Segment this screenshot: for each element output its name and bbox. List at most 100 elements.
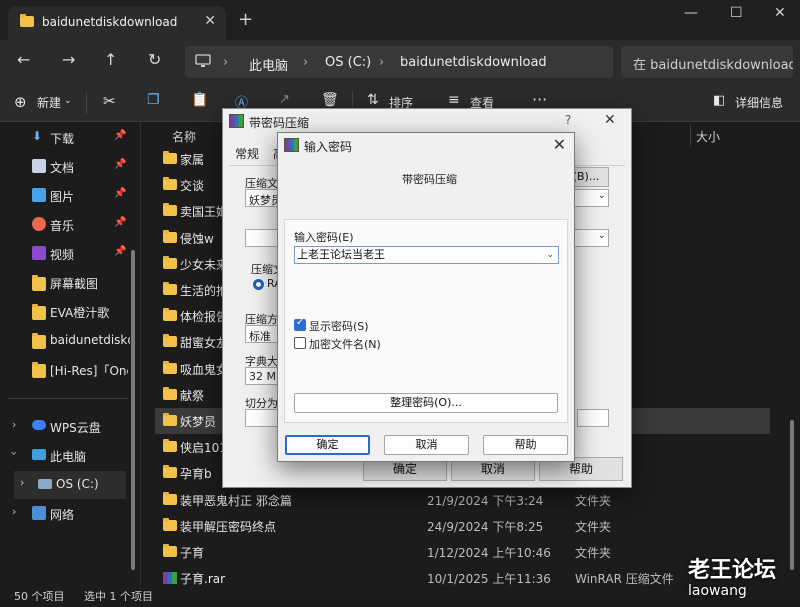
folder-icon [163,151,177,164]
nav-item-screenshots[interactable]: 屏幕截图 [0,269,135,297]
folder-icon [163,203,177,217]
nav-item-music[interactable]: 音乐 📌 [0,211,135,239]
drive-icon [38,479,52,489]
paste-icon[interactable]: 📋 [191,92,208,108]
breadcrumb-this-pc[interactable]: 此电脑 [249,55,288,74]
enter-password-label: 输入密码(E) [294,231,354,244]
chevron-down-icon: › [7,451,21,456]
encrypt-filenames-checkbox[interactable] [294,337,306,349]
nav-item-network[interactable]: › 网络 [0,500,135,528]
nav-item-pictures[interactable]: 图片 📌 [0,182,135,210]
forward-arrow-icon[interactable]: → [62,50,75,69]
nav-item-eva[interactable]: EVA橙汁歌 [0,298,135,326]
folder-icon [163,517,177,531]
pane-divider [140,122,141,585]
archive-dialog-title: 带密码压缩 [249,116,310,130]
nav-item-hires[interactable]: [Hi-Res]「One [0,356,135,384]
cancel-button[interactable]: 取消 [384,435,469,455]
nav-item-downloads[interactable]: ⬇ 下载 📌 [0,124,135,152]
file-name: 卖国王姬 [180,205,229,220]
file-row[interactable]: 装甲解压密码终点 24/9/2024 下午8:25 文件夹 [155,513,770,539]
chevron-right-icon: › [12,418,17,431]
music-icon [32,217,46,231]
chevron-down-icon: ⌄ [598,191,606,201]
nav-item-wps-cloud[interactable]: › WPS云盘 [0,413,135,441]
password-input[interactable]: 上老王论坛当老王 ⌄ [294,246,559,264]
file-name: 甜蜜女友 [180,336,229,351]
method-value: 标准 [249,330,271,343]
picture-icon [32,188,46,202]
cut-icon[interactable]: ✂ [103,92,116,110]
nav-item-videos[interactable]: 视频 📌 [0,240,135,268]
search-input[interactable]: 在 baidunetdiskdownload 中搜索 [621,46,793,78]
file-type: 文件夹 [575,493,612,508]
close-dialog-button[interactable]: ✕ [604,112,616,128]
nav-item-baidunetdisk[interactable]: baidunetdiskd [0,327,135,355]
pin-icon: 📌 [114,159,127,170]
nav-label: 此电脑 [50,450,87,464]
winrar-archive-icon [163,572,177,585]
file-row[interactable]: 装甲恶鬼村正 邪念篇 21/9/2024 下午3:24 文件夹 [155,487,770,513]
item-count: 50 个项目 [14,590,65,603]
organize-passwords-button[interactable]: 整理密码(O)... [294,393,558,413]
split-unit-dropdown[interactable] [577,409,609,427]
column-header-size[interactable]: 大小 [696,128,720,145]
sort-icon: ⇅ [367,92,379,108]
explorer-tab[interactable]: baidunetdiskdownload ✕ [8,6,226,40]
close-tab-icon[interactable]: ✕ [204,13,216,29]
password-dialog-title: 输入密码 [304,140,353,154]
nav-scrollbar[interactable] [131,250,135,570]
search-placeholder: 在 baidunetdiskdownload 中搜索 [633,58,793,73]
new-button[interactable]: 新建 [37,94,61,111]
nav-item-this-pc[interactable]: › 此电脑 [0,442,135,470]
chevron-down-icon[interactable]: ⌄ [546,247,554,263]
file-name: 子育 [180,546,205,560]
pin-icon: 📌 [114,188,127,199]
password-dialog: 输入密码 ✕ 带密码压缩 输入密码(E) 上老王论坛当老王 ⌄ 显示密码(S) … [277,132,575,462]
up-arrow-icon[interactable]: ↑ [104,50,117,69]
folder-icon [163,229,177,243]
crumb-separator: › [303,55,309,70]
copy-icon[interactable]: ❐ [147,92,160,108]
chevron-right-icon: › [12,505,17,518]
breadcrumb-baidunetdiskdownload[interactable]: baidunetdiskdownload [400,55,547,70]
close-dialog-button[interactable]: ✕ [553,135,566,154]
back-arrow-icon[interactable]: ← [17,50,30,69]
delete-icon[interactable]: 🗑 [321,92,339,108]
minimize-button[interactable]: — [684,5,698,21]
computer-icon [32,449,46,460]
title-bar: baidunetdiskdownload ✕ + — ☐ ✕ [0,0,800,40]
new-tab-button[interactable]: + [238,9,253,30]
file-name: 家属 [180,153,205,167]
ok-button[interactable]: 确定 [285,435,370,455]
nav-item-documents[interactable]: 文档 📌 [0,153,135,181]
folder-icon [20,14,34,27]
file-name: 献祭 [180,388,205,403]
main-scrollbar[interactable] [790,420,794,570]
pin-icon: 📌 [114,130,127,141]
folder-icon [163,544,177,557]
file-name: 孕育b [180,467,212,482]
password-dialog-subtitle: 带密码压缩 [402,173,457,186]
details-button[interactable]: 详细信息 [735,94,783,111]
share-icon[interactable]: ↗ [279,92,290,107]
breadcrumb-os-c[interactable]: OS (C:) [325,55,371,70]
refresh-icon[interactable]: ↻ [148,50,161,69]
help-button[interactable]: 帮助 [483,435,568,455]
folder-icon [163,360,177,374]
maximize-button[interactable]: ☐ [730,5,743,21]
nav-item-os-c[interactable]: › OS (C:) [14,471,126,499]
column-header-name[interactable]: 名称 [172,128,196,145]
close-window-button[interactable]: ✕ [774,5,786,21]
help-icon[interactable]: ? [565,113,571,127]
rar-radio[interactable] [253,279,264,290]
tab-general[interactable]: 常规 [235,145,259,162]
file-row[interactable]: 子育 1/12/2024 上午10:46 文件夹 [155,539,770,565]
file-date: 21/9/2024 下午3:24 [427,493,544,508]
address-bar[interactable]: › 此电脑 › OS (C:) › baidunetdiskdownload [185,46,613,78]
file-name: 少女未来 [180,257,229,272]
show-password-checkbox[interactable] [294,317,306,331]
more-button[interactable]: ··· [532,90,547,109]
nav-label: 下载 [50,132,75,146]
folder-icon [163,386,177,400]
